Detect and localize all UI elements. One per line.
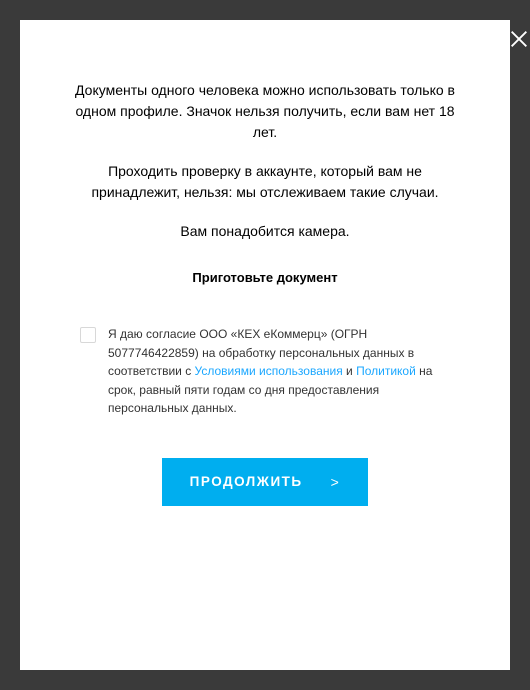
button-container: ПРОДОЛЖИТЬ > xyxy=(75,458,455,506)
consent-checkbox[interactable] xyxy=(80,327,96,343)
prepare-document-heading: Приготовьте документ xyxy=(75,270,455,285)
terms-of-use-link[interactable]: Условиями использования xyxy=(195,364,343,378)
continue-button-label: ПРОДОЛЖИТЬ xyxy=(190,474,303,489)
chevron-right-icon: > xyxy=(331,474,341,490)
verification-modal: Документы одного человека можно использо… xyxy=(20,20,510,670)
consent-row: Я даю согласие ООО «КЕХ еКоммерц» (ОГРН … xyxy=(75,325,455,418)
consent-text-part2: и xyxy=(343,364,356,378)
info-paragraph-2: Проходить проверку в аккаунте, который в… xyxy=(75,161,455,203)
consent-text: Я даю согласие ООО «КЕХ еКоммерц» (ОГРН … xyxy=(108,325,450,418)
info-paragraph-1: Документы одного человека можно использо… xyxy=(75,80,455,143)
info-paragraph-3: Вам понадобится камера. xyxy=(75,221,455,242)
close-icon[interactable] xyxy=(508,28,530,50)
policy-link[interactable]: Политикой xyxy=(356,364,416,378)
continue-button[interactable]: ПРОДОЛЖИТЬ > xyxy=(162,458,369,506)
